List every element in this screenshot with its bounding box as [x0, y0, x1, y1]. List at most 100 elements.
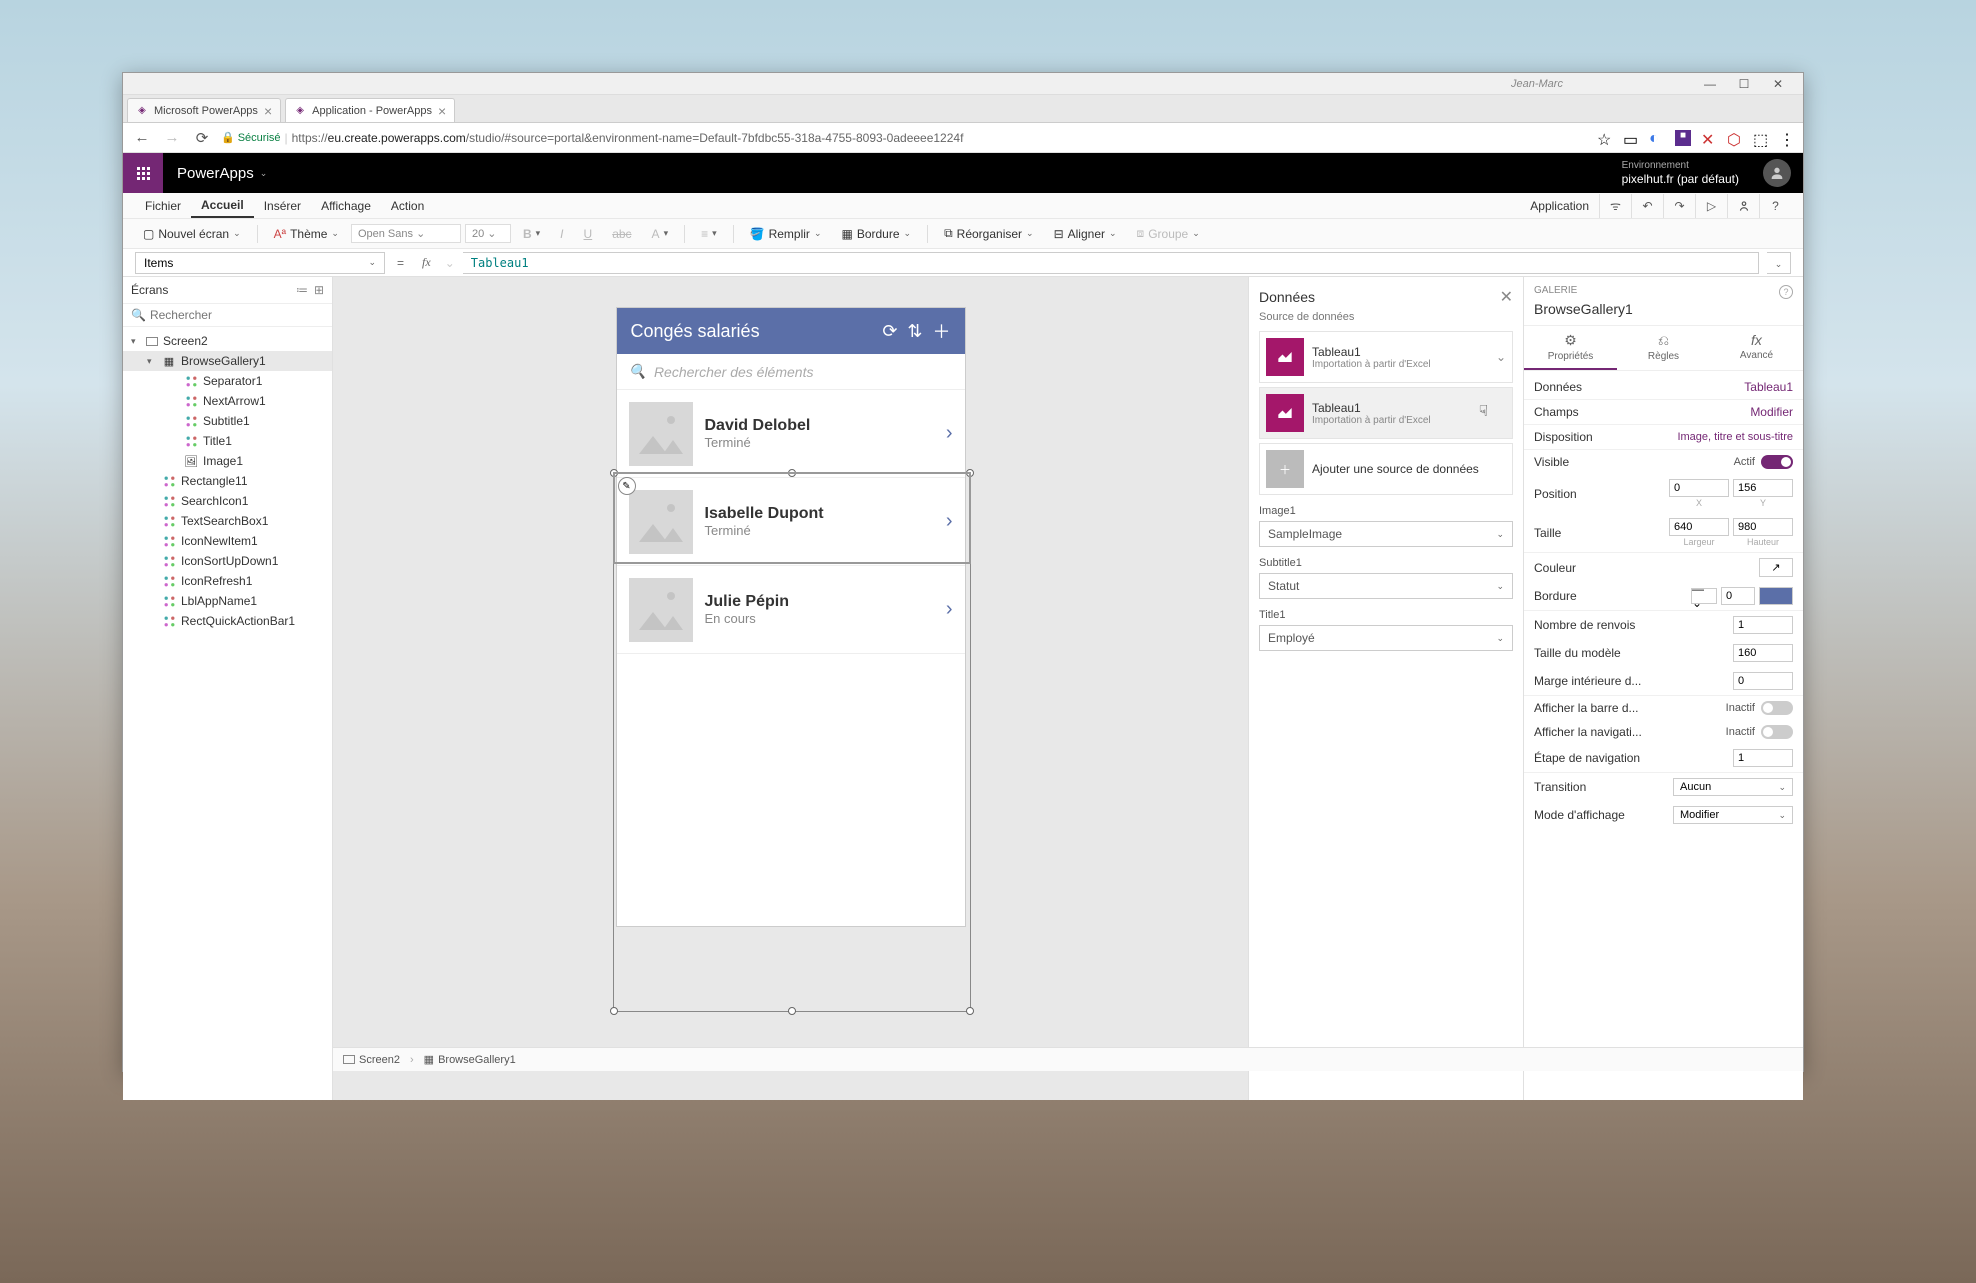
application-button[interactable]: Application: [1520, 195, 1599, 217]
text-align-button[interactable]: ≡ ▾: [693, 224, 725, 244]
close-icon[interactable]: ✕: [1500, 287, 1513, 307]
fontsize-select[interactable]: 20 ⌄: [465, 224, 511, 243]
preview-search[interactable]: 🔍 Rechercher des éléments: [617, 354, 965, 390]
new-screen-button[interactable]: ▢ Nouvel écran ⌄: [135, 224, 249, 244]
back-button[interactable]: ←: [131, 127, 153, 149]
tree-item[interactable]: NextArrow1: [123, 391, 332, 411]
prop-data-value[interactable]: Tableau1: [1744, 380, 1793, 394]
menu-affichage[interactable]: Affichage: [311, 195, 381, 217]
transition-select[interactable]: Aucun⌄: [1673, 778, 1793, 796]
undo-icon[interactable]: ↶: [1631, 194, 1663, 218]
tree-item[interactable]: ▾▦BrowseGallery1: [123, 351, 332, 371]
window-close-button[interactable]: ✕: [1761, 74, 1795, 94]
tree-item[interactable]: Rectangle11: [123, 471, 332, 491]
tree-item[interactable]: 🖼Image1: [123, 451, 332, 471]
url-field[interactable]: 🔒 Sécurisé | https://eu.create.powerapps…: [221, 131, 1589, 145]
font-color-button[interactable]: A ▾: [644, 224, 677, 244]
share-icon[interactable]: [1727, 194, 1759, 218]
data-source-select[interactable]: Tableau1Importation à partir d'Excel ⌄: [1259, 331, 1513, 383]
reload-button[interactable]: ⟳: [191, 127, 213, 149]
refresh-icon[interactable]: ⟳: [882, 321, 897, 342]
star-icon[interactable]: ☆: [1597, 130, 1613, 146]
prop-layout-value[interactable]: Image, titre et sous-titre: [1677, 431, 1793, 443]
nav-toggle[interactable]: [1761, 725, 1793, 739]
canvas[interactable]: Congés salariés ⟳ ⇅ ＋ 🔍 Rechercher des é…: [333, 277, 1248, 1100]
strike-button[interactable]: abc: [604, 224, 639, 244]
tree-item[interactable]: IconRefresh1: [123, 571, 332, 591]
edit-template-button[interactable]: ✎: [618, 477, 636, 495]
sort-icon[interactable]: ⇅: [907, 321, 922, 342]
field-select[interactable]: Statut⌄: [1259, 573, 1513, 599]
tree-item[interactable]: ▾Screen2: [123, 331, 332, 351]
tab-rules[interactable]: ⎌Règles: [1617, 326, 1710, 370]
tree-item[interactable]: IconNewItem1: [123, 531, 332, 551]
window-minimize-button[interactable]: —: [1693, 74, 1727, 94]
template-size-input[interactable]: [1733, 644, 1793, 662]
prop-fields-value[interactable]: Modifier: [1750, 405, 1793, 419]
menu-action[interactable]: Action: [381, 195, 434, 217]
display-mode-select[interactable]: Modifier⌄: [1673, 806, 1793, 824]
tree-item[interactable]: SearchIcon1: [123, 491, 332, 511]
cast-icon[interactable]: ▭: [1623, 130, 1639, 146]
tree-item[interactable]: Subtitle1: [123, 411, 332, 431]
formula-expand-button[interactable]: ⌄: [1767, 252, 1791, 274]
user-avatar[interactable]: [1763, 159, 1791, 187]
ext-icon[interactable]: ◐: [1649, 130, 1665, 146]
group-button[interactable]: ⧈ Groupe ⌄: [1129, 223, 1208, 244]
reorganize-button[interactable]: ⧉ Réorganiser ⌄: [936, 223, 1042, 244]
tree-item[interactable]: Separator1: [123, 371, 332, 391]
breadcrumb-screen[interactable]: Screen2: [343, 1054, 400, 1066]
underline-button[interactable]: U: [576, 224, 601, 244]
browser-tab[interactable]: ◈ Application - PowerApps ×: [285, 98, 455, 122]
app-launcher-button[interactable]: [123, 153, 163, 193]
ext-icon[interactable]: ✕: [1701, 130, 1717, 146]
tree-item[interactable]: TextSearchBox1: [123, 511, 332, 531]
fill-button[interactable]: 🪣 Remplir ⌄: [742, 224, 830, 244]
help-icon[interactable]: ?: [1779, 285, 1793, 299]
help-icon[interactable]: ?: [1759, 194, 1791, 218]
theme-button[interactable]: Aª Thème ⌄: [266, 224, 347, 244]
forward-button[interactable]: →: [161, 127, 183, 149]
property-select[interactable]: Items⌄: [135, 252, 385, 274]
add-icon[interactable]: ＋: [933, 318, 951, 344]
environment-picker[interactable]: Environnement pixelhut.fr (par défaut): [1610, 155, 1751, 192]
menu-inserer[interactable]: Insérer: [254, 195, 311, 217]
pos-y-input[interactable]: [1733, 479, 1793, 497]
bold-button[interactable]: B ▾: [515, 224, 548, 244]
close-icon[interactable]: ×: [438, 103, 446, 119]
play-icon[interactable]: ▷: [1695, 194, 1727, 218]
border-color-swatch[interactable]: [1759, 587, 1793, 605]
nav-step-input[interactable]: [1733, 749, 1793, 767]
tree-search[interactable]: 🔍: [123, 304, 332, 327]
font-select[interactable]: Open Sans ⌄: [351, 224, 461, 243]
data-source-item[interactable]: Tableau1Importation à partir d'Excel ☟: [1259, 387, 1513, 439]
color-picker[interactable]: ↗: [1759, 558, 1793, 577]
new-tab-button[interactable]: [459, 102, 479, 122]
list-view-icon[interactable]: ≔: [296, 283, 308, 297]
browser-tab[interactable]: ◈ Microsoft PowerApps ×: [127, 98, 281, 122]
window-maximize-button[interactable]: ☐: [1727, 74, 1761, 94]
list-item[interactable]: David DelobelTerminé›: [617, 390, 965, 478]
field-select[interactable]: Employé⌄: [1259, 625, 1513, 651]
field-select[interactable]: SampleImage⌄: [1259, 521, 1513, 547]
width-input[interactable]: [1669, 518, 1729, 536]
thumb-view-icon[interactable]: ⊞: [314, 283, 324, 297]
tree-search-input[interactable]: [150, 308, 324, 322]
breadcrumb-gallery[interactable]: ▦ BrowseGallery1: [424, 1053, 516, 1066]
height-input[interactable]: [1733, 518, 1793, 536]
menu-icon[interactable]: ⋮: [1779, 130, 1795, 146]
ext-icon[interactable]: ⬚: [1753, 130, 1769, 146]
wrap-input[interactable]: [1733, 616, 1793, 634]
pos-x-input[interactable]: [1669, 479, 1729, 497]
ext-icon[interactable]: ⬡: [1727, 130, 1743, 146]
scrollbar-toggle[interactable]: [1761, 701, 1793, 715]
menu-fichier[interactable]: Fichier: [135, 195, 191, 217]
border-button[interactable]: ▦ Bordure ⌄: [833, 224, 919, 244]
close-icon[interactable]: ×: [264, 103, 272, 119]
tab-properties[interactable]: ⚙Propriétés: [1524, 326, 1617, 370]
border-style-select[interactable]: — ⌄: [1691, 588, 1717, 604]
visible-toggle[interactable]: [1761, 455, 1793, 469]
tab-advanced[interactable]: fxAvancé: [1710, 326, 1803, 370]
padding-input[interactable]: [1733, 672, 1793, 690]
menu-accueil[interactable]: Accueil: [191, 194, 254, 218]
